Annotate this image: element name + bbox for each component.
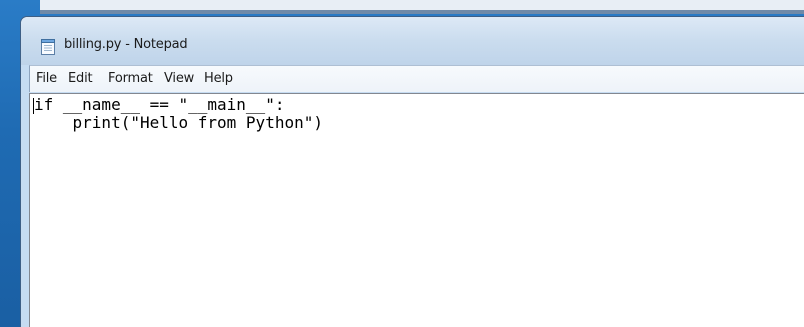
desktop-background: billing.py - Notepad File Edit Format Vi… bbox=[0, 0, 804, 327]
notepad-window: billing.py - Notepad File Edit Format Vi… bbox=[20, 16, 804, 327]
menu-bar: File Edit Format View Help bbox=[29, 65, 804, 92]
text-editor-area[interactable]: if __name__ == "__main__": print("Hello … bbox=[29, 93, 804, 327]
menu-view[interactable]: View bbox=[164, 71, 194, 86]
menu-file[interactable]: File bbox=[36, 71, 57, 86]
notepad-icon[interactable] bbox=[40, 38, 56, 55]
background-window-border bbox=[40, 10, 804, 14]
title-bar[interactable]: billing.py - Notepad bbox=[21, 17, 804, 65]
menu-help[interactable]: Help bbox=[204, 71, 233, 86]
editor-line: if __name__ == "__main__": bbox=[34, 95, 285, 114]
window-title: billing.py - Notepad bbox=[64, 37, 188, 52]
editor-line: print("Hello from Python") bbox=[34, 113, 323, 132]
menu-edit[interactable]: Edit bbox=[68, 71, 93, 86]
menu-format[interactable]: Format bbox=[108, 71, 153, 86]
editor-content: if __name__ == "__main__": print("Hello … bbox=[34, 96, 323, 132]
